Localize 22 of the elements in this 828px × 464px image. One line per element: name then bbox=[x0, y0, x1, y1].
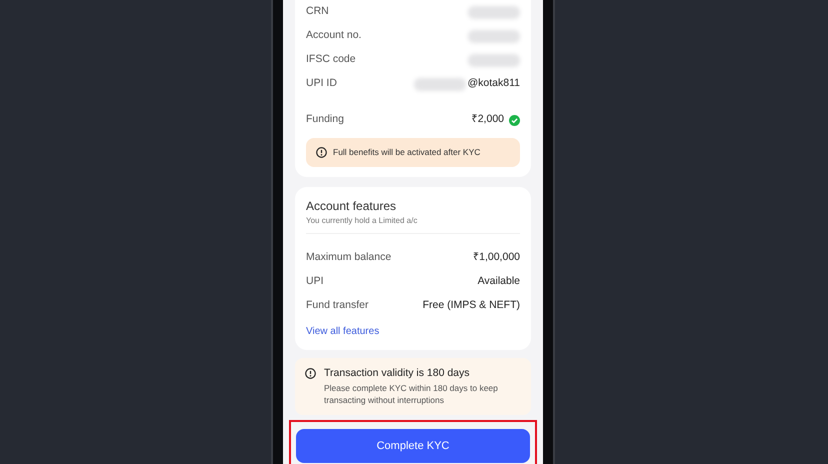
funding-amount: ₹2,000 bbox=[472, 112, 504, 128]
detail-value: @kotak811 bbox=[468, 76, 520, 92]
detail-label: Account no. bbox=[306, 28, 362, 44]
feature-value: ₹1,00,000 bbox=[473, 250, 520, 265]
view-features-link[interactable]: View all features bbox=[306, 324, 380, 339]
notice-text: Full benefits will be activated after KYC bbox=[333, 146, 480, 159]
feature-value: Free (IMPS & NEFT) bbox=[422, 298, 520, 313]
detail-label: CRN bbox=[306, 4, 329, 20]
section-title: Account features bbox=[306, 198, 398, 215]
info-icon bbox=[316, 146, 327, 158]
detail-label: IFSC code bbox=[306, 52, 356, 68]
funding-label: Funding bbox=[306, 112, 344, 128]
complete-kyc-button[interactable]: Complete KYC bbox=[296, 429, 530, 463]
feature-label: UPI bbox=[306, 274, 324, 289]
section-subtitle: You currently hold a Limited a/c bbox=[306, 214, 520, 234]
feature-label: Maximum balance bbox=[306, 250, 392, 265]
validity-text: Please complete KYC within 180 days to keep transacting without interruptions bbox=[324, 382, 499, 407]
validity-title: Transaction validity is 180 days bbox=[324, 366, 471, 381]
info-icon bbox=[305, 368, 316, 379]
feature-label: Fund transfer bbox=[306, 298, 368, 313]
detail-label: UPI ID bbox=[306, 76, 337, 92]
feature-value: Available bbox=[478, 274, 520, 289]
